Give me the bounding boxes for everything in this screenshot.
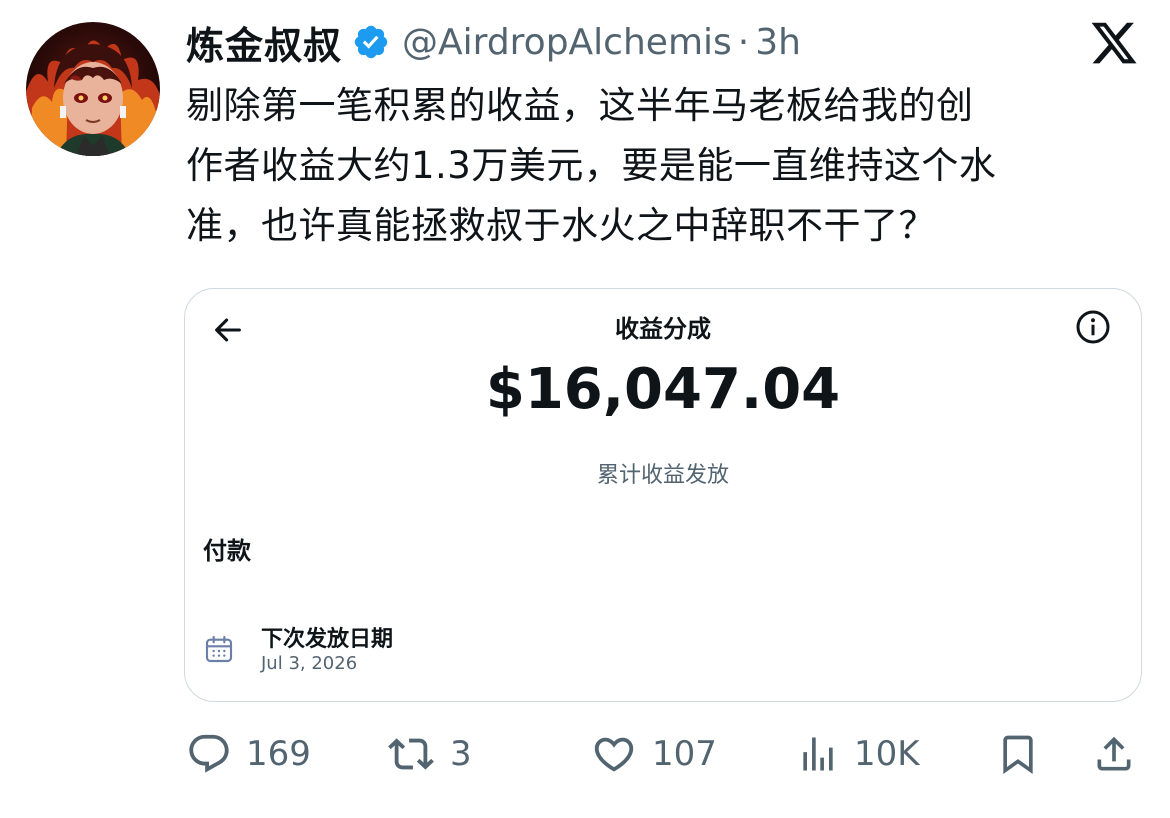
like-button[interactable]: 107 — [590, 724, 717, 784]
tweet-screenshot: 炼金叔叔 @AirdropAlchemis · 3h 剔除第一笔积累的收益，这半… — [0, 0, 1170, 818]
avatar-image — [26, 40, 160, 156]
reply-button[interactable]: 169 — [186, 724, 311, 784]
reply-icon — [189, 734, 229, 773]
heart-icon — [594, 737, 634, 772]
tweet-header: 炼金叔叔 @AirdropAlchemis · 3h — [186, 14, 801, 70]
calendar-icon — [205, 635, 233, 663]
repost-count: 3 — [450, 734, 472, 774]
timestamp[interactable]: 3h — [755, 22, 801, 63]
bookmark-button[interactable] — [996, 724, 1040, 784]
reply-count: 169 — [246, 734, 311, 774]
views-button[interactable]: 10K — [796, 724, 920, 784]
embedded-image-card[interactable]: 收益分成 $16,047.04 累计收益发放 付款 下次发放日期 Jul 3, … — [184, 288, 1142, 702]
avatar[interactable] — [26, 22, 160, 156]
x-logo-icon — [1091, 22, 1137, 64]
share-icon — [1097, 736, 1131, 771]
views-chart-icon — [803, 737, 833, 771]
views-count: 10K — [854, 734, 920, 774]
bookmark-icon — [1003, 735, 1033, 775]
next-payout-date: Jul 3, 2026 — [261, 653, 358, 674]
tweet-action-bar: 169 3 107 10K — [186, 724, 1146, 784]
user-handle[interactable]: @AirdropAlchemis — [402, 22, 732, 63]
repost-button[interactable]: 3 — [386, 724, 472, 784]
earnings-amount: $16,047.04 — [485, 357, 841, 422]
share-button[interactable] — [1092, 724, 1136, 784]
card-title: 收益分成 — [615, 315, 711, 343]
info-icon — [1076, 310, 1110, 344]
display-name[interactable]: 炼金叔叔 — [186, 15, 342, 70]
next-payout-label: 下次发放日期 — [261, 627, 394, 652]
like-count: 107 — [652, 734, 717, 774]
repost-icon — [388, 738, 434, 770]
tweet-text: 剔除第一笔积累的收益，这半年马老板给我的创 作者收益大约1.3万美元，要是能一直… — [186, 84, 997, 247]
payments-section-label: 付款 — [203, 537, 251, 565]
verified-badge-icon — [354, 25, 388, 59]
separator-dot: · — [737, 21, 750, 63]
earnings-subtitle: 累计收益发放 — [596, 463, 729, 488]
